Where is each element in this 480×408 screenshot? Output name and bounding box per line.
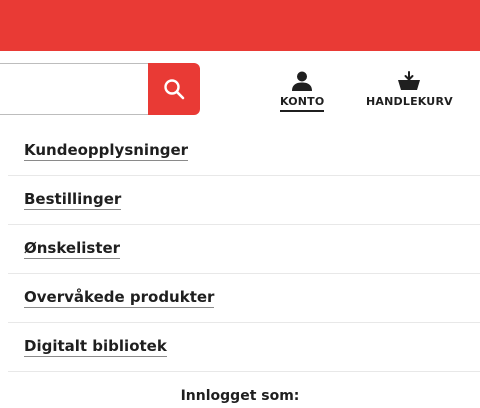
menu-link-watched-products[interactable]: Overvåkede produkter: [24, 288, 215, 308]
menu-link-orders[interactable]: Bestillinger: [24, 190, 122, 210]
person-icon: [292, 71, 313, 91]
basket-icon: [398, 71, 421, 90]
menu-item-customer-info: Kundeopplysninger: [8, 127, 480, 176]
account-link[interactable]: KONTO: [280, 71, 325, 112]
account-menu: Kundeopplysninger Bestillinger Ønskelist…: [8, 127, 480, 372]
menu-link-wishlists[interactable]: Ønskelister: [24, 239, 121, 259]
cart-link[interactable]: HANDLEKURV: [366, 71, 453, 108]
top-banner: [0, 0, 480, 51]
menu-item-digital-library: Digitalt bibliotek: [8, 323, 480, 372]
menu-item-wishlists: Ønskelister: [8, 225, 480, 274]
menu-link-digital-library[interactable]: Digitalt bibliotek: [24, 337, 167, 357]
cart-label: HANDLEKURV: [366, 95, 453, 108]
menu-item-watched-products: Overvåkede produkter: [8, 274, 480, 323]
account-label: KONTO: [280, 95, 325, 112]
search-input[interactable]: [0, 63, 150, 115]
search-icon: [164, 79, 185, 100]
search-button[interactable]: [148, 63, 200, 115]
menu-link-customer-info[interactable]: Kundeopplysninger: [24, 141, 189, 161]
menu-item-orders: Bestillinger: [8, 176, 480, 225]
logged-in-label: Innlogget som:: [180, 388, 300, 404]
